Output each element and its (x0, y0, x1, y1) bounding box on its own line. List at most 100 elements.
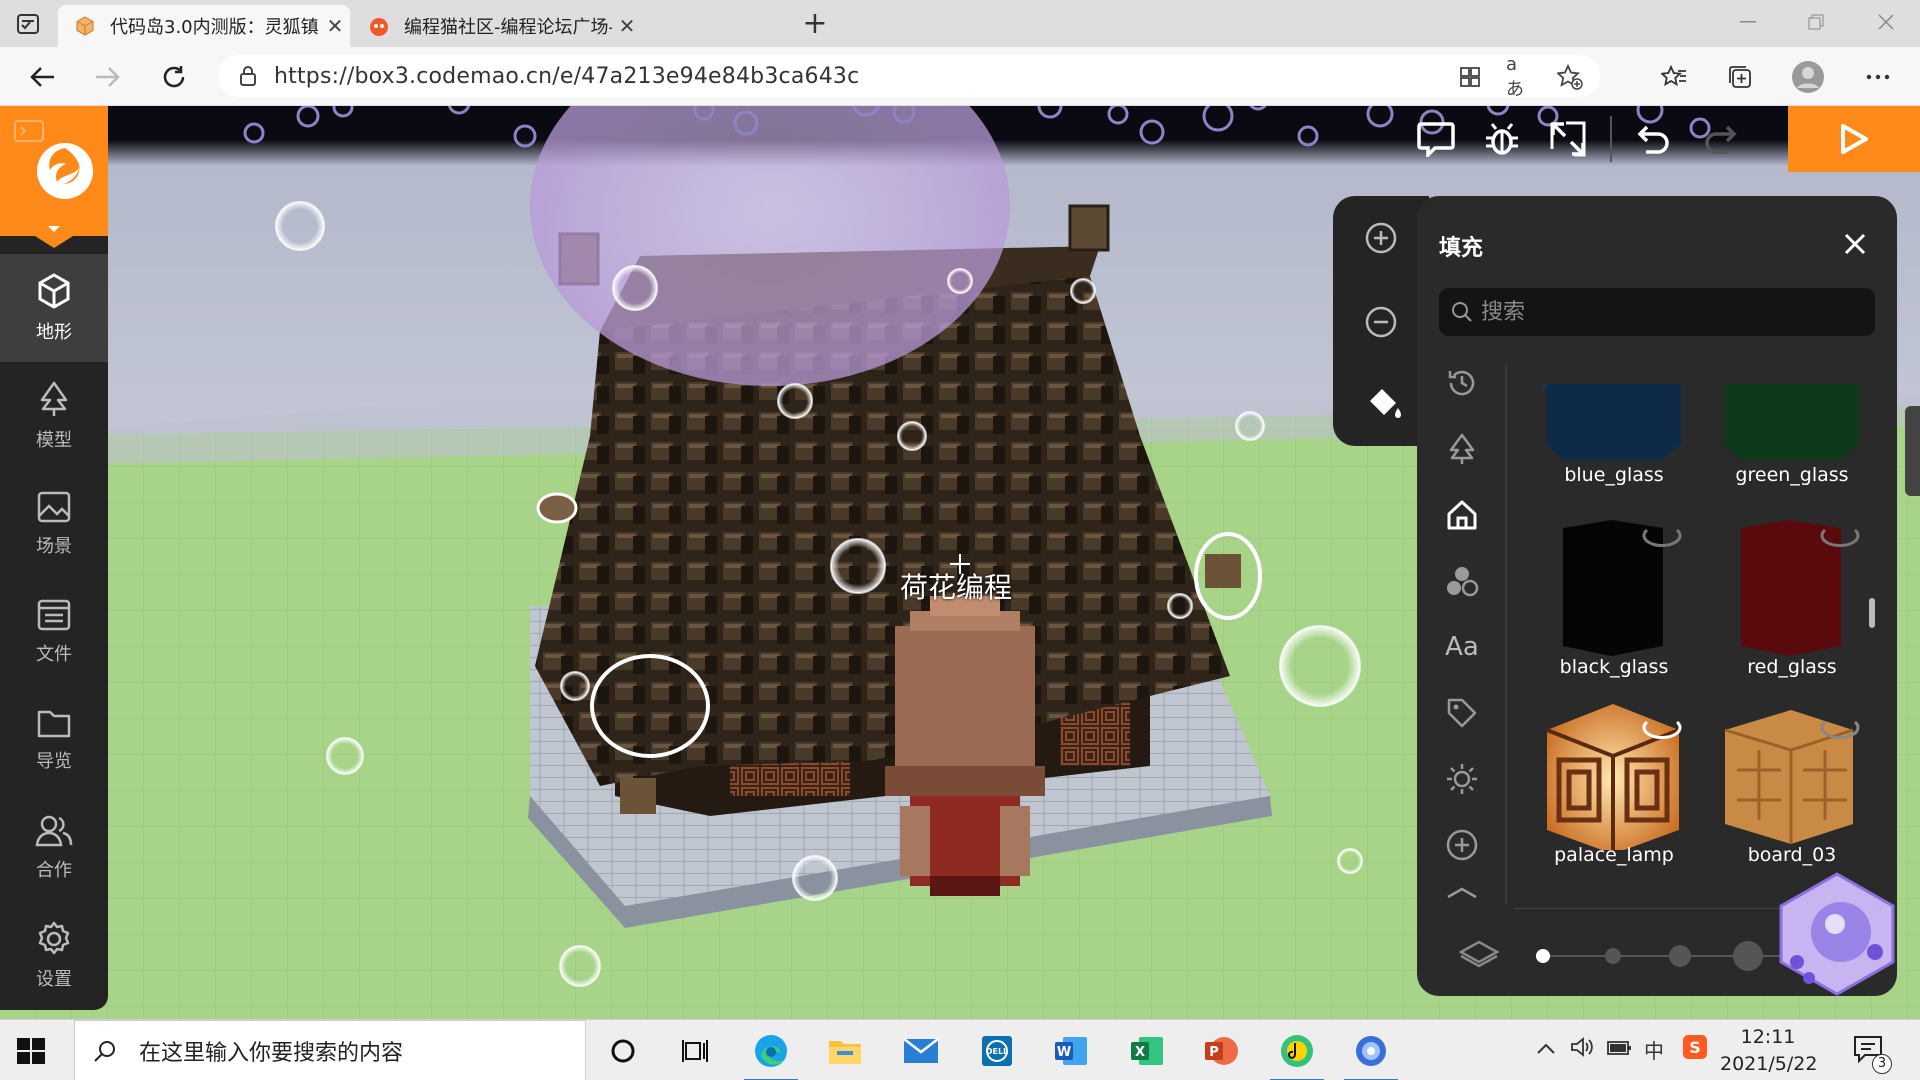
tab-close-icon[interactable]: ✕ (612, 14, 642, 38)
viewport-side-grip[interactable] (1905, 406, 1920, 496)
brush-size-step-1[interactable] (1536, 949, 1550, 963)
sogou-ime-icon[interactable]: S (1682, 1034, 1708, 1065)
taskbar-powerpoint[interactable]: P (1190, 1026, 1252, 1076)
taskbar-codemao-app[interactable] (1340, 1026, 1402, 1080)
custom-category-button[interactable] (1439, 822, 1485, 868)
run-button[interactable] (1788, 106, 1920, 172)
brush-size-step-2[interactable] (1605, 948, 1621, 964)
add-favorite-icon[interactable] (1556, 63, 1584, 91)
more-menu-icon[interactable] (1858, 57, 1898, 97)
sidebar-item-guide[interactable]: 导览 (0, 686, 108, 794)
taskbar-edge[interactable] (740, 1026, 802, 1080)
taskbar-clock[interactable]: 12:11 2021/5/22 (1720, 1024, 1817, 1078)
sidebar-item-label: 合作 (36, 860, 72, 881)
tile-label: green_glass (1735, 464, 1849, 486)
sidebar-item-file[interactable]: 文件 (0, 578, 108, 686)
volume-icon[interactable] (1570, 1036, 1594, 1063)
block-tile-palace-lamp[interactable]: palace_lamp (1529, 700, 1699, 878)
forward-button[interactable] (88, 57, 128, 97)
sidebar-item-label: 地形 (36, 322, 72, 343)
console-icon[interactable] (14, 120, 44, 142)
sidebar-item-label: 模型 (36, 430, 72, 451)
taskbar-dell[interactable]: DELL (966, 1026, 1028, 1076)
sidebar-item-settings[interactable]: 设置 (0, 902, 108, 1010)
window-close-button[interactable] (1856, 4, 1916, 40)
tab-close-icon[interactable]: ✕ (320, 14, 350, 38)
notification-center-button[interactable]: 3 (1852, 1034, 1892, 1074)
taskbar-music[interactable] (1266, 1026, 1328, 1080)
read-aloud-icon[interactable]: aあ (1506, 54, 1534, 100)
nature-category-button[interactable] (1439, 426, 1485, 472)
redo-button[interactable] (1694, 113, 1746, 165)
brush-size-step-3[interactable] (1669, 945, 1691, 967)
taskbar-excel[interactable]: X (1116, 1026, 1178, 1076)
taskbar-file-explorer[interactable] (814, 1026, 876, 1076)
address-bar[interactable]: https://box3.codemao.cn/e/47a213e94e84b3… (218, 54, 1600, 100)
plus-icon (1446, 829, 1478, 861)
restore-button[interactable] (1786, 4, 1846, 40)
refresh-button[interactable] (154, 57, 194, 97)
chevron-down-icon[interactable] (46, 224, 62, 234)
excel-icon: X (1131, 1037, 1163, 1065)
shapes-category-button[interactable] (1439, 558, 1485, 604)
logo-area[interactable] (0, 106, 108, 248)
cortana-button[interactable] (592, 1026, 654, 1076)
block-tile-black-glass[interactable]: black_glass (1529, 518, 1699, 696)
tree-icon (1449, 433, 1475, 464)
building-category-button[interactable] (1439, 492, 1485, 538)
panel-close-button[interactable] (1835, 224, 1875, 264)
fullscreen-button[interactable] (1542, 113, 1594, 165)
tab-codemao-community[interactable]: 编程猫社区-编程论坛广场-编程猫 ✕ (352, 5, 642, 47)
undo-icon (1637, 125, 1669, 154)
windows-start-icon[interactable] (14, 1034, 48, 1068)
taskbar-word[interactable]: W (1040, 1026, 1102, 1076)
favorites-icon[interactable] (1654, 57, 1694, 97)
apps-icon[interactable] (1456, 63, 1484, 91)
history-category-button[interactable] (1439, 360, 1485, 406)
sidebar-item-model[interactable]: 模型 (0, 362, 108, 470)
ime-indicator[interactable]: 中 (1644, 1035, 1664, 1064)
svg-text:W: W (1057, 1045, 1071, 1060)
search-input[interactable] (1481, 299, 1861, 325)
remove-mode-button[interactable] (1351, 292, 1411, 352)
battery-icon[interactable] (1606, 1038, 1632, 1062)
tab-actions-button[interactable] (10, 8, 46, 40)
left-sidebar: 地形 模型 场景 文件 导览 合作 设置 (0, 106, 108, 1010)
folder-icon (37, 710, 71, 738)
fox-logo-icon (37, 143, 93, 199)
tile-scrollbar[interactable] (1869, 598, 1875, 628)
block-tile-red-glass[interactable]: red_glass (1707, 518, 1877, 696)
profile-avatar[interactable] (1788, 57, 1828, 97)
minimize-button[interactable] (1718, 4, 1778, 40)
layers-category-button[interactable] (1439, 882, 1485, 904)
tray-expand-icon[interactable] (1536, 1036, 1556, 1060)
task-view-icon (682, 1040, 708, 1062)
taskbar-search[interactable]: 在这里输入你要搜索的内容 (74, 1020, 586, 1080)
sidebar-item-terrain[interactable]: 地形 (0, 254, 108, 362)
text-category-button[interactable]: Aa (1439, 624, 1485, 670)
chat-button[interactable] (1410, 113, 1462, 165)
bug-icon (1486, 123, 1518, 155)
sidebar-item-collab[interactable]: 合作 (0, 794, 108, 902)
add-mode-button[interactable] (1351, 208, 1411, 268)
back-button[interactable] (22, 57, 62, 97)
svg-text:S: S (1689, 1038, 1701, 1057)
new-tab-icon[interactable]: + (800, 6, 830, 41)
task-view-button[interactable] (664, 1026, 726, 1076)
sidebar-item-scene[interactable]: 场景 (0, 470, 108, 578)
collections-icon[interactable] (1720, 57, 1760, 97)
fill-mode-button[interactable] (1355, 374, 1415, 434)
text-icon: Aa (1445, 632, 1479, 662)
light-category-button[interactable] (1439, 756, 1485, 802)
browser-toolbar: https://box3.codemao.cn/e/47a213e94e84b3… (0, 47, 1920, 106)
debug-button[interactable] (1476, 113, 1528, 165)
screen: 代码岛3.0内测版：灵狐镇 ✕ 编程猫社区-编程论坛广场-编程猫 ✕ + htt… (0, 0, 1920, 1080)
cortana-icon (611, 1039, 635, 1063)
tag-category-button[interactable] (1439, 690, 1485, 736)
play-icon (1841, 124, 1868, 154)
tab-codemao-editor[interactable]: 代码岛3.0内测版：灵狐镇 ✕ (58, 5, 350, 47)
undo-button[interactable] (1628, 113, 1680, 165)
brush-size-step-4[interactable] (1733, 941, 1763, 971)
block-tile-board-03[interactable]: board_03 (1707, 700, 1877, 878)
taskbar-mail[interactable] (890, 1026, 952, 1076)
